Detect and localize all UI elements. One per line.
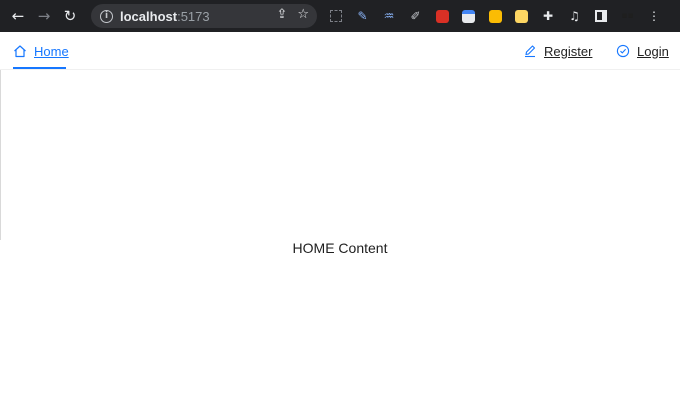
address-bar[interactable]: i localhost:5173 ⇪ ☆ [91,4,317,28]
reload-button[interactable]: ↻ [57,3,83,29]
extension-brush-icon[interactable]: ✐ [406,6,426,26]
extension-ufo-icon[interactable]: ♒ [379,6,399,26]
home-icon [14,45,26,58]
media-control-icon[interactable]: ♫ [565,6,585,26]
back-button[interactable]: ← [5,3,31,29]
arrow-right-icon: → [37,7,51,25]
url-text[interactable]: localhost:5173 [120,9,210,24]
home-content: HOME Content [292,240,388,256]
info-icon[interactable]: i [100,9,113,23]
check-circle-icon [616,44,630,58]
star-icon[interactable]: ☆ [297,7,309,22]
nav-item-home[interactable]: Home [13,32,69,70]
top-navigation: Home Register Login [0,32,680,70]
share-icon[interactable]: ⇪ [276,7,287,22]
edit-icon [525,45,536,58]
nav-home-label: Home [34,43,69,59]
extensions-area: ✎ ♒ ✐ ✚ ♫ ▪▪ ⋮ [326,6,671,26]
nav-login-label: Login [637,43,669,59]
nav-item-register[interactable]: Register [523,32,592,70]
nav-register-label: Register [544,43,593,59]
side-panel-icon[interactable] [591,6,611,26]
extension-pen-icon[interactable]: ✎ [353,6,373,26]
puzzle-icon[interactable]: ✚ [538,6,558,26]
forward-button[interactable]: → [31,3,57,29]
extension-note-icon[interactable] [512,6,532,26]
extension-window-icon[interactable] [459,6,479,26]
reload-icon: ↻ [63,7,77,25]
kebab-menu-icon[interactable]: ⋮ [644,6,664,26]
profile-icon[interactable]: ▪▪ [618,6,638,26]
nav-item-login[interactable]: Login [616,32,669,70]
extension-red-icon[interactable] [432,6,452,26]
active-tab-indicator [13,67,66,69]
arrow-left-icon: ← [11,7,25,25]
left-divider [0,70,1,240]
browser-toolbar: ← → ↻ i localhost:5173 ⇪ ☆ ✎ ♒ ✐ ✚ ♫ ▪▪ … [0,0,680,32]
extension-screenshot-icon[interactable] [326,6,346,26]
extension-bulb-icon[interactable] [485,6,505,26]
